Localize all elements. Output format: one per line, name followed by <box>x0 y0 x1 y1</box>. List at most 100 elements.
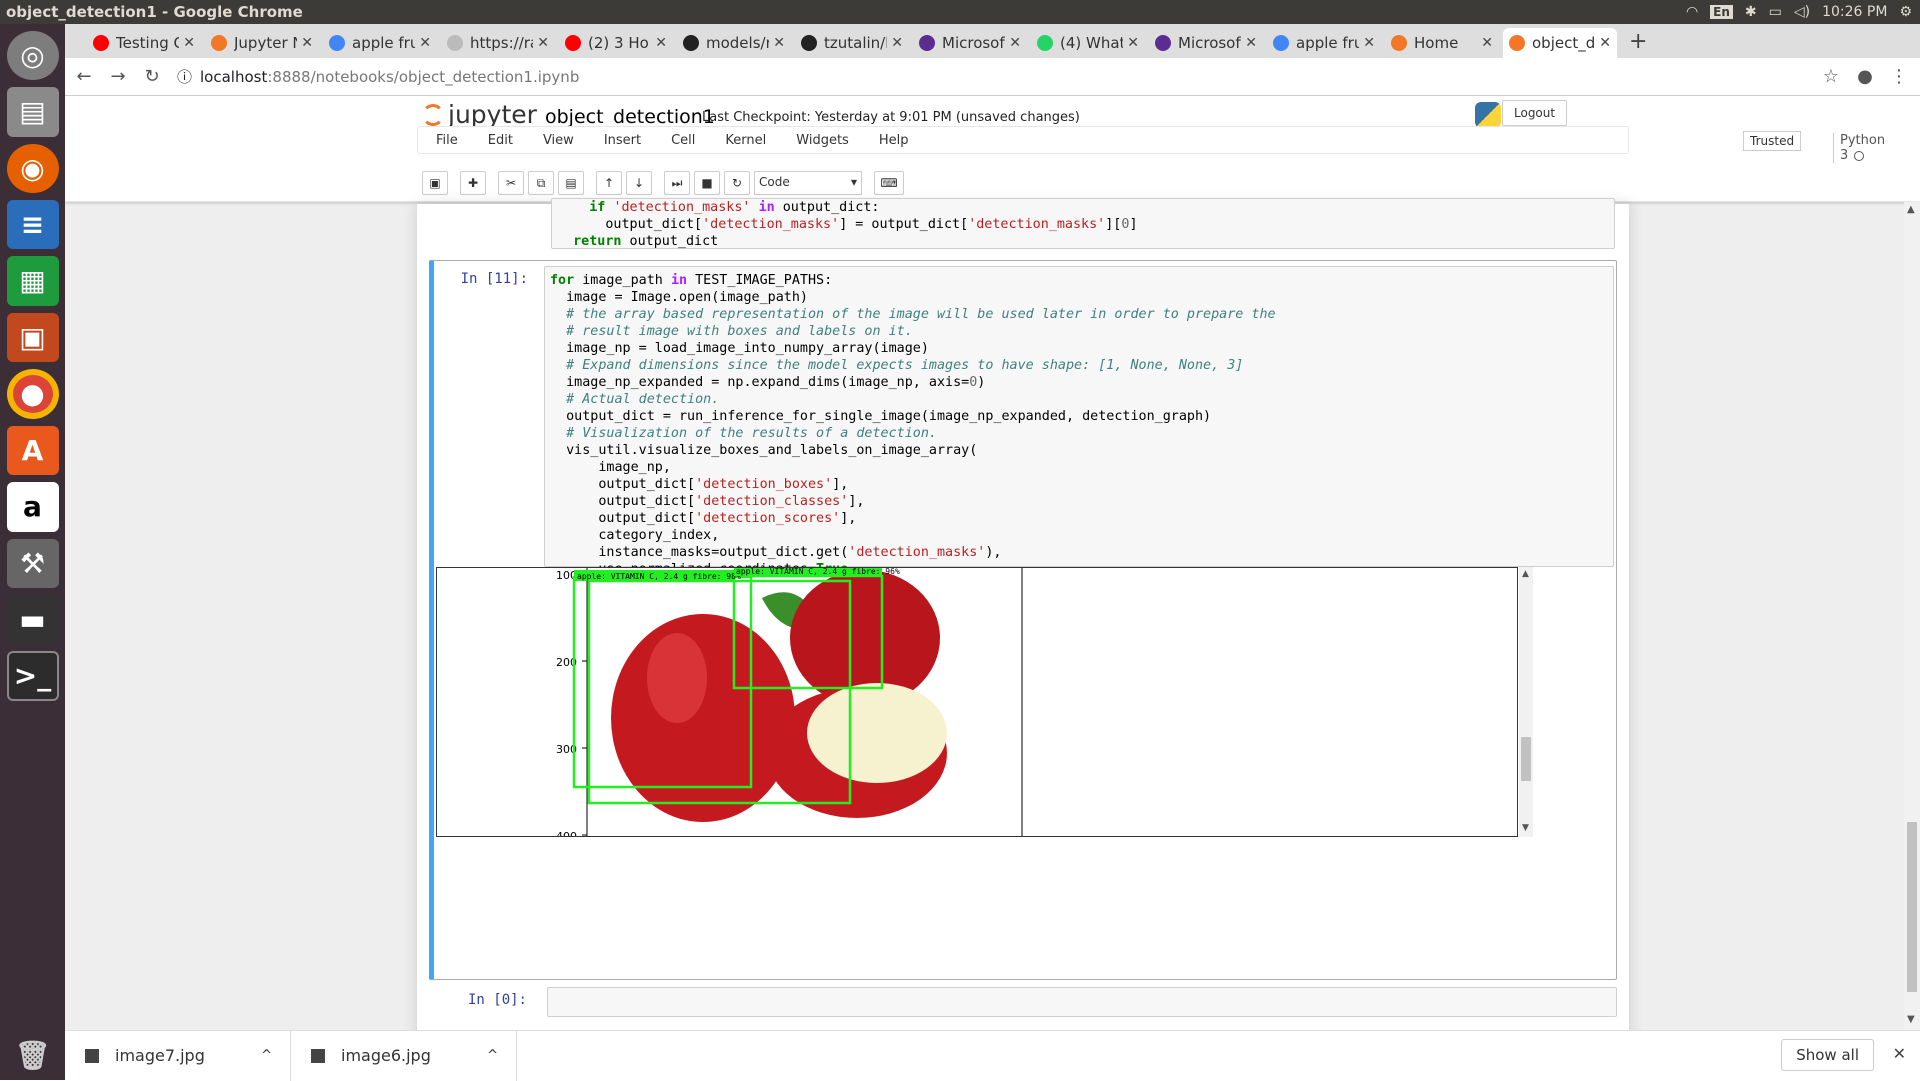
tab-close-icon[interactable]: ✕ <box>1363 35 1375 51</box>
move-down-icon[interactable]: ↓ <box>626 171 652 195</box>
page-scroll-thumb[interactable] <box>1907 822 1917 992</box>
tab-close-icon[interactable]: ✕ <box>1009 35 1021 51</box>
close-icon[interactable]: ✕ <box>1893 1044 1906 1063</box>
info-icon[interactable]: ⓘ <box>177 66 192 87</box>
move-up-icon[interactable]: ↑ <box>596 171 622 195</box>
browser-tab[interactable]: Testing Cu✕ <box>87 28 201 58</box>
bookmark-star-icon[interactable]: ☆ <box>1816 66 1846 87</box>
page-scroll-up-icon[interactable]: ▲ <box>1907 204 1915 215</box>
menu-item[interactable]: Kernel <box>713 133 778 148</box>
cell-prompt: In [11]: <box>460 271 528 287</box>
impress-icon[interactable]: ▣ <box>6 312 59 362</box>
selected-cell[interactable]: In [11]: for image_path in TEST_IMAGE_PA… <box>429 260 1617 980</box>
amazon-icon[interactable]: a <box>6 482 59 532</box>
output-scrollbar[interactable]: ▲ ▼ <box>1519 567 1533 837</box>
browser-tab[interactable]: Jupyter N ✕ <box>205 28 319 58</box>
browser-tab[interactable]: apple fruit✕ <box>1267 28 1381 58</box>
paste-icon[interactable]: ▤ <box>558 171 584 195</box>
tab-label: apple fruit <box>1296 34 1360 52</box>
trash-icon[interactable]: 🗑 <box>7 1031 59 1080</box>
stop-icon[interactable]: ■ <box>694 171 720 195</box>
browser-tab[interactable]: apple fruit✕ <box>323 28 437 58</box>
tab-close-icon[interactable]: ✕ <box>301 35 313 51</box>
back-icon[interactable]: ← <box>69 66 99 87</box>
chrome-menu-icon[interactable]: ⋮ <box>1884 66 1914 87</box>
wifi-icon[interactable]: ◠ <box>1686 4 1698 20</box>
reload-icon[interactable]: ↻ <box>137 66 167 87</box>
logout-button[interactable]: Logout <box>1502 100 1568 126</box>
settings-gear-icon[interactable]: ⚙ <box>1899 4 1912 20</box>
cut-icon[interactable]: ✂ <box>498 171 524 195</box>
download-item[interactable]: image7.jpg ^ <box>65 1030 291 1081</box>
browser-tab[interactable]: (4) Whats/✕ <box>1031 28 1145 58</box>
jupyter-logo[interactable]: jupyter <box>422 100 537 129</box>
save-icon[interactable]: ▣ <box>422 171 448 195</box>
menu-item[interactable]: Cell <box>659 133 707 148</box>
tab-close-icon[interactable]: ✕ <box>1245 35 1257 51</box>
ubuntu-dash-icon[interactable]: ◎ <box>6 31 59 81</box>
notebook-name[interactable]: object_detection1 <box>545 106 715 128</box>
tab-close-icon[interactable]: ✕ <box>1599 35 1611 51</box>
tab-close-icon[interactable]: ✕ <box>537 35 549 51</box>
download-item[interactable]: image6.jpg ^ <box>291 1030 517 1081</box>
volume-icon[interactable]: ◁) <box>1794 4 1810 20</box>
software-center-icon[interactable]: A <box>6 425 59 476</box>
show-all-button[interactable]: Show all <box>1781 1039 1874 1071</box>
menu-item[interactable]: Widgets <box>784 133 861 148</box>
scroll-down-icon[interactable]: ▼ <box>1522 823 1529 833</box>
scroll-up-icon[interactable]: ▲ <box>1522 569 1529 579</box>
menu-item[interactable]: File <box>424 133 470 148</box>
tab-close-icon[interactable]: ✕ <box>183 35 195 51</box>
tab-close-icon[interactable]: ✕ <box>419 35 431 51</box>
clock[interactable]: 10:26 PM <box>1822 4 1887 20</box>
browser-tab[interactable]: models/re✕ <box>677 28 791 58</box>
menu-item[interactable]: Help <box>867 133 921 148</box>
video-editor-icon[interactable]: ▬ <box>6 594 59 645</box>
chrome-icon[interactable]: ● <box>6 368 59 419</box>
browser-tab[interactable]: tzutalin/la✕ <box>795 28 909 58</box>
menu-item[interactable]: Edit <box>476 133 525 148</box>
chevron-up-icon[interactable]: ^ <box>487 1048 498 1063</box>
tab-close-icon[interactable]: ✕ <box>655 35 667 51</box>
cell-type-select[interactable]: Code <box>754 171 862 195</box>
page-scroll-down-icon[interactable]: ▼ <box>1907 1014 1915 1025</box>
firefox-icon[interactable]: ◉ <box>6 143 59 193</box>
insert-cell-icon[interactable]: ✚ <box>460 171 486 195</box>
browser-tab[interactable]: https://ra ✕ <box>441 28 555 58</box>
forward-icon[interactable]: → <box>103 66 133 87</box>
menu-item[interactable]: View <box>531 133 586 148</box>
calc-icon[interactable]: ▦ <box>6 256 59 306</box>
bluetooth-icon[interactable]: ✱ <box>1745 4 1757 20</box>
tab-close-icon[interactable]: ✕ <box>1481 35 1493 51</box>
trusted-indicator[interactable]: Trusted <box>1743 131 1802 151</box>
browser-tab[interactable]: Home ✕ <box>1385 28 1499 58</box>
browser-tab[interactable]: (2) 3 Ho ✕ <box>559 28 673 58</box>
writer-icon[interactable]: ≡ <box>6 199 59 250</box>
page-scrollbar[interactable]: ▲ ▼ <box>1904 202 1920 1030</box>
new-tab-icon[interactable]: + <box>1629 28 1647 58</box>
tab-close-icon[interactable]: ✕ <box>1127 35 1139 51</box>
scroll-thumb[interactable] <box>1521 737 1531 781</box>
command-palette-icon[interactable]: ⌨ <box>874 171 904 195</box>
tab-close-icon[interactable]: ✕ <box>891 35 903 51</box>
url-field[interactable]: ⓘ localhost:8888/notebooks/object_detect… <box>177 66 1797 87</box>
system-settings-icon[interactable]: ⚒ <box>6 538 59 588</box>
restart-icon[interactable]: ↻ <box>724 171 750 195</box>
keyboard-language-indicator[interactable]: En <box>1710 5 1733 19</box>
files-icon[interactable]: ▤ <box>6 87 59 137</box>
prev-cell-input[interactable]: if 'detection_masks' in output_dict: out… <box>551 198 1615 249</box>
run-icon[interactable]: ⏭ <box>664 171 690 195</box>
terminal-icon[interactable]: >_ <box>6 651 59 701</box>
copy-icon[interactable]: ⧉ <box>528 171 554 195</box>
next-cell-input[interactable] <box>547 987 1617 1017</box>
browser-tab[interactable]: Microsoft ✕ <box>1149 28 1263 58</box>
browser-tab[interactable]: Microsoft ✕ <box>913 28 1027 58</box>
battery-icon[interactable]: ▭ <box>1769 4 1782 20</box>
menu-item[interactable]: Insert <box>592 133 653 148</box>
chevron-up-icon[interactable]: ^ <box>261 1048 272 1063</box>
browser-tab[interactable]: object_de✕ <box>1503 28 1617 58</box>
tab-close-icon[interactable]: ✕ <box>773 35 785 51</box>
tab-label: (4) Whats/ <box>1060 34 1124 52</box>
cell-input[interactable]: for image_path in TEST_IMAGE_PATHS: imag… <box>544 266 1614 628</box>
extension-icon[interactable]: ● <box>1850 66 1880 87</box>
